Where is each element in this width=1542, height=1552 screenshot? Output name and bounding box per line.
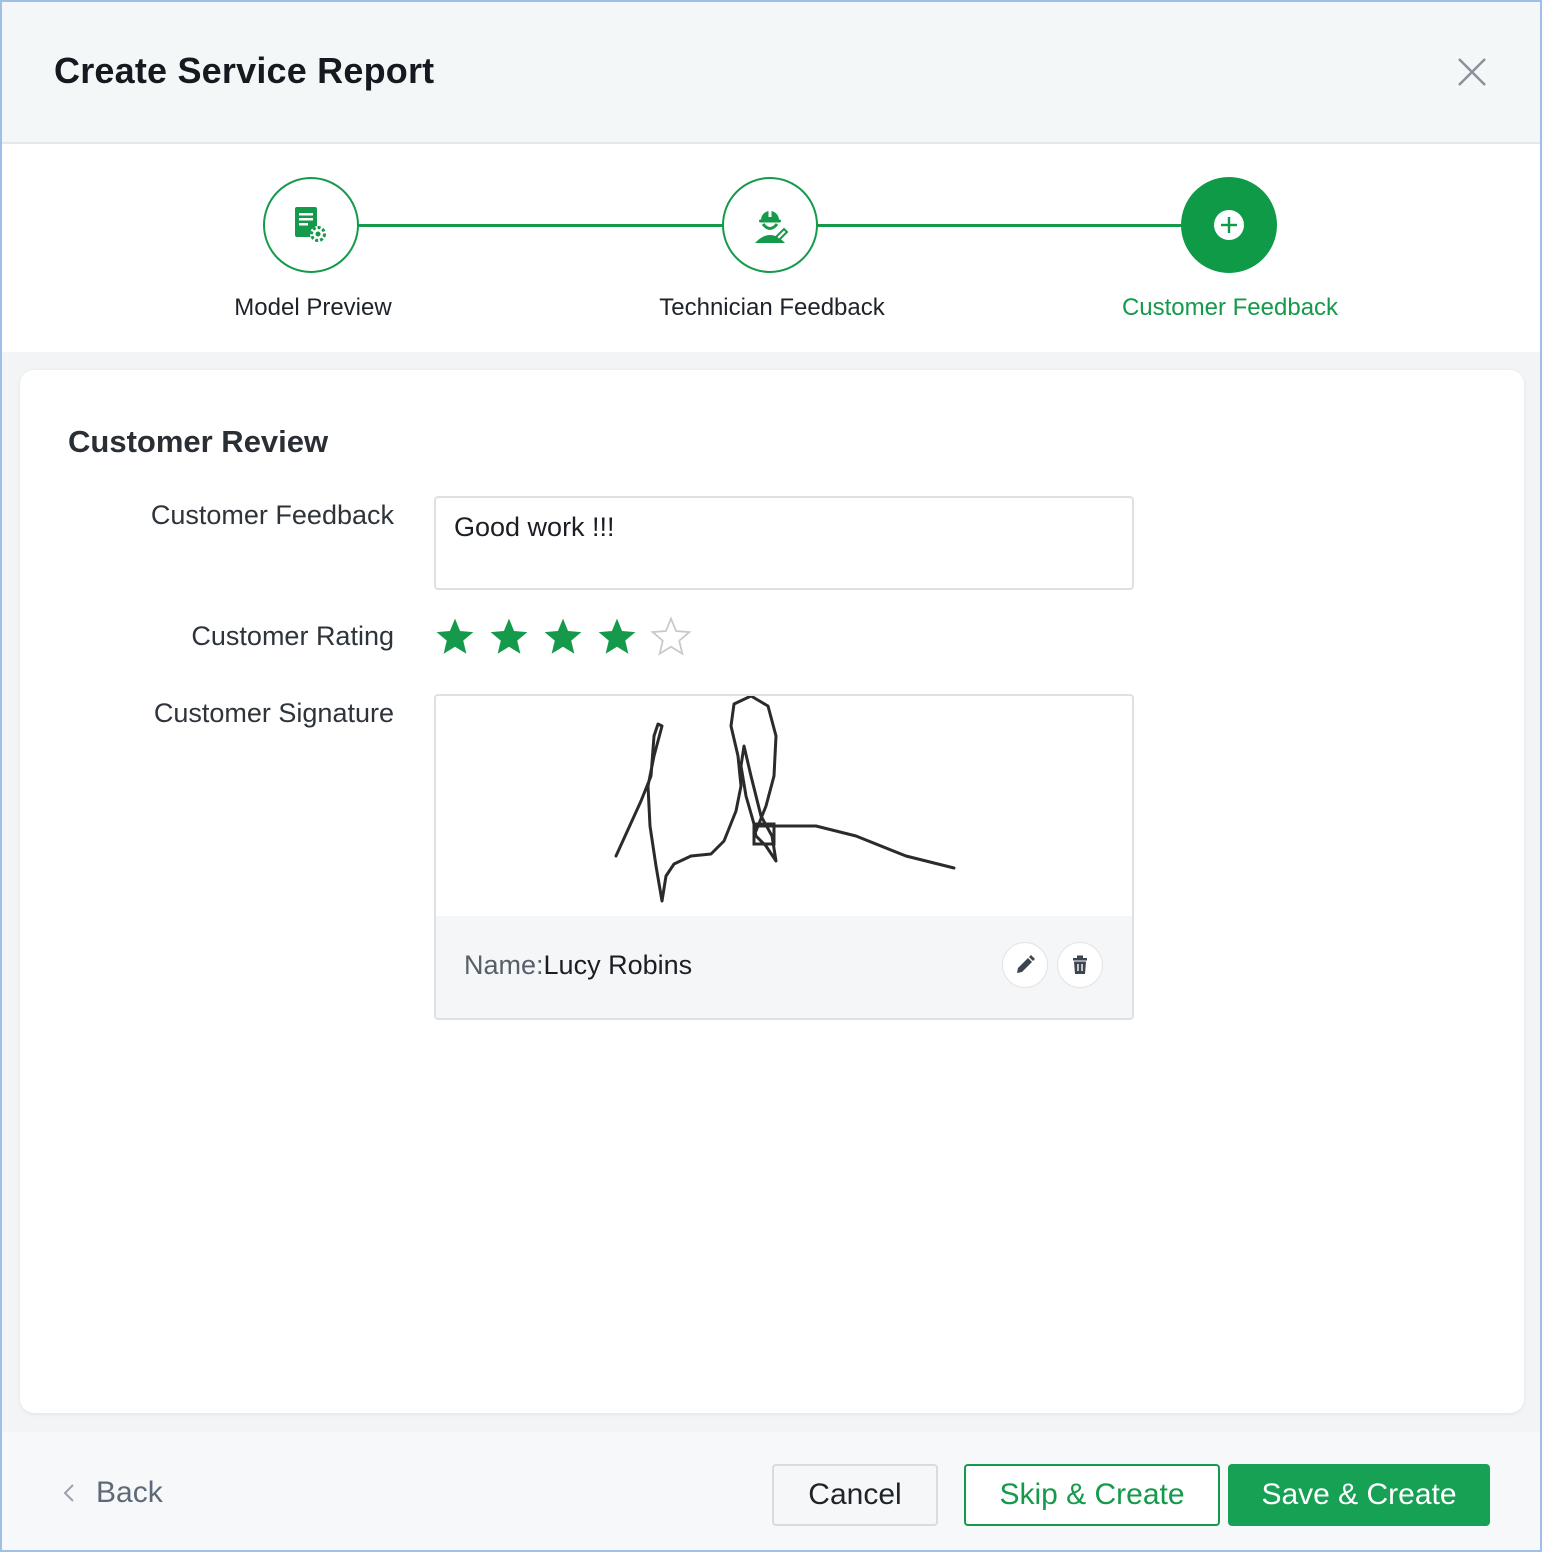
step-customer-feedback[interactable] bbox=[1181, 177, 1277, 273]
customer-rating-label: Customer Rating bbox=[191, 621, 394, 651]
cancel-button[interactable]: Cancel bbox=[772, 1464, 938, 1526]
step-technician-feedback[interactable] bbox=[722, 177, 818, 273]
back-label: Back bbox=[96, 1476, 163, 1509]
signature-name-prefix: Name: bbox=[464, 950, 544, 980]
star-icon-filled[interactable] bbox=[488, 616, 530, 658]
step-label-customer-feedback: Customer Feedback bbox=[1121, 294, 1339, 321]
step-model-preview[interactable] bbox=[263, 177, 359, 273]
trash-icon bbox=[1073, 955, 1087, 974]
close-button[interactable] bbox=[1452, 52, 1492, 92]
star-icon-filled[interactable] bbox=[434, 616, 476, 658]
step-label-model-preview: Model Preview bbox=[234, 294, 392, 321]
customer-feedback-label: Customer Feedback bbox=[150, 500, 394, 530]
create-service-report-dialog: Create Service Report Model Preview Tech… bbox=[0, 0, 1542, 1552]
signature-image bbox=[614, 696, 956, 903]
rating-stars bbox=[434, 616, 692, 658]
customer-signature-label: Customer Signature bbox=[153, 698, 394, 728]
step-connector bbox=[358, 224, 724, 227]
customer-review-card: Customer Review Customer Feedback Good w… bbox=[20, 370, 1524, 1413]
signature-name: Name:Lucy Robins bbox=[464, 950, 692, 981]
step-connector bbox=[817, 224, 1183, 227]
pencil-icon bbox=[1017, 955, 1035, 973]
chevron-left-icon bbox=[63, 1484, 74, 1502]
customer-feedback-field[interactable]: Good work !!! bbox=[434, 496, 1134, 590]
plus-icon bbox=[1214, 210, 1244, 240]
signature-box: Name:Lucy Robins bbox=[434, 694, 1134, 1020]
skip-and-create-button[interactable]: Skip & Create bbox=[964, 1464, 1220, 1526]
technician-icon bbox=[755, 211, 789, 243]
dialog-header: Create Service Report bbox=[2, 2, 1540, 144]
close-icon[interactable] bbox=[1452, 52, 1492, 92]
save-and-create-button[interactable]: Save & Create bbox=[1228, 1464, 1490, 1526]
signature-footer: Name:Lucy Robins bbox=[436, 916, 1132, 1018]
back-button[interactable]: Back bbox=[62, 1476, 163, 1510]
star-icon-filled[interactable] bbox=[542, 616, 584, 658]
step-label-technician-feedback: Technician Feedback bbox=[659, 294, 885, 321]
star-icon-filled[interactable] bbox=[596, 616, 638, 658]
dialog-footer: Back Cancel Skip & Create Save & Create bbox=[2, 1432, 1540, 1550]
report-settings-icon bbox=[295, 207, 326, 242]
delete-signature-button[interactable] bbox=[1057, 942, 1103, 988]
dialog-title: Create Service Report bbox=[54, 50, 435, 91]
signature-name-value: Lucy Robins bbox=[543, 950, 693, 980]
star-icon-empty[interactable] bbox=[650, 616, 692, 658]
section-title: Customer Review bbox=[68, 424, 329, 459]
edit-signature-button[interactable] bbox=[1002, 942, 1048, 988]
